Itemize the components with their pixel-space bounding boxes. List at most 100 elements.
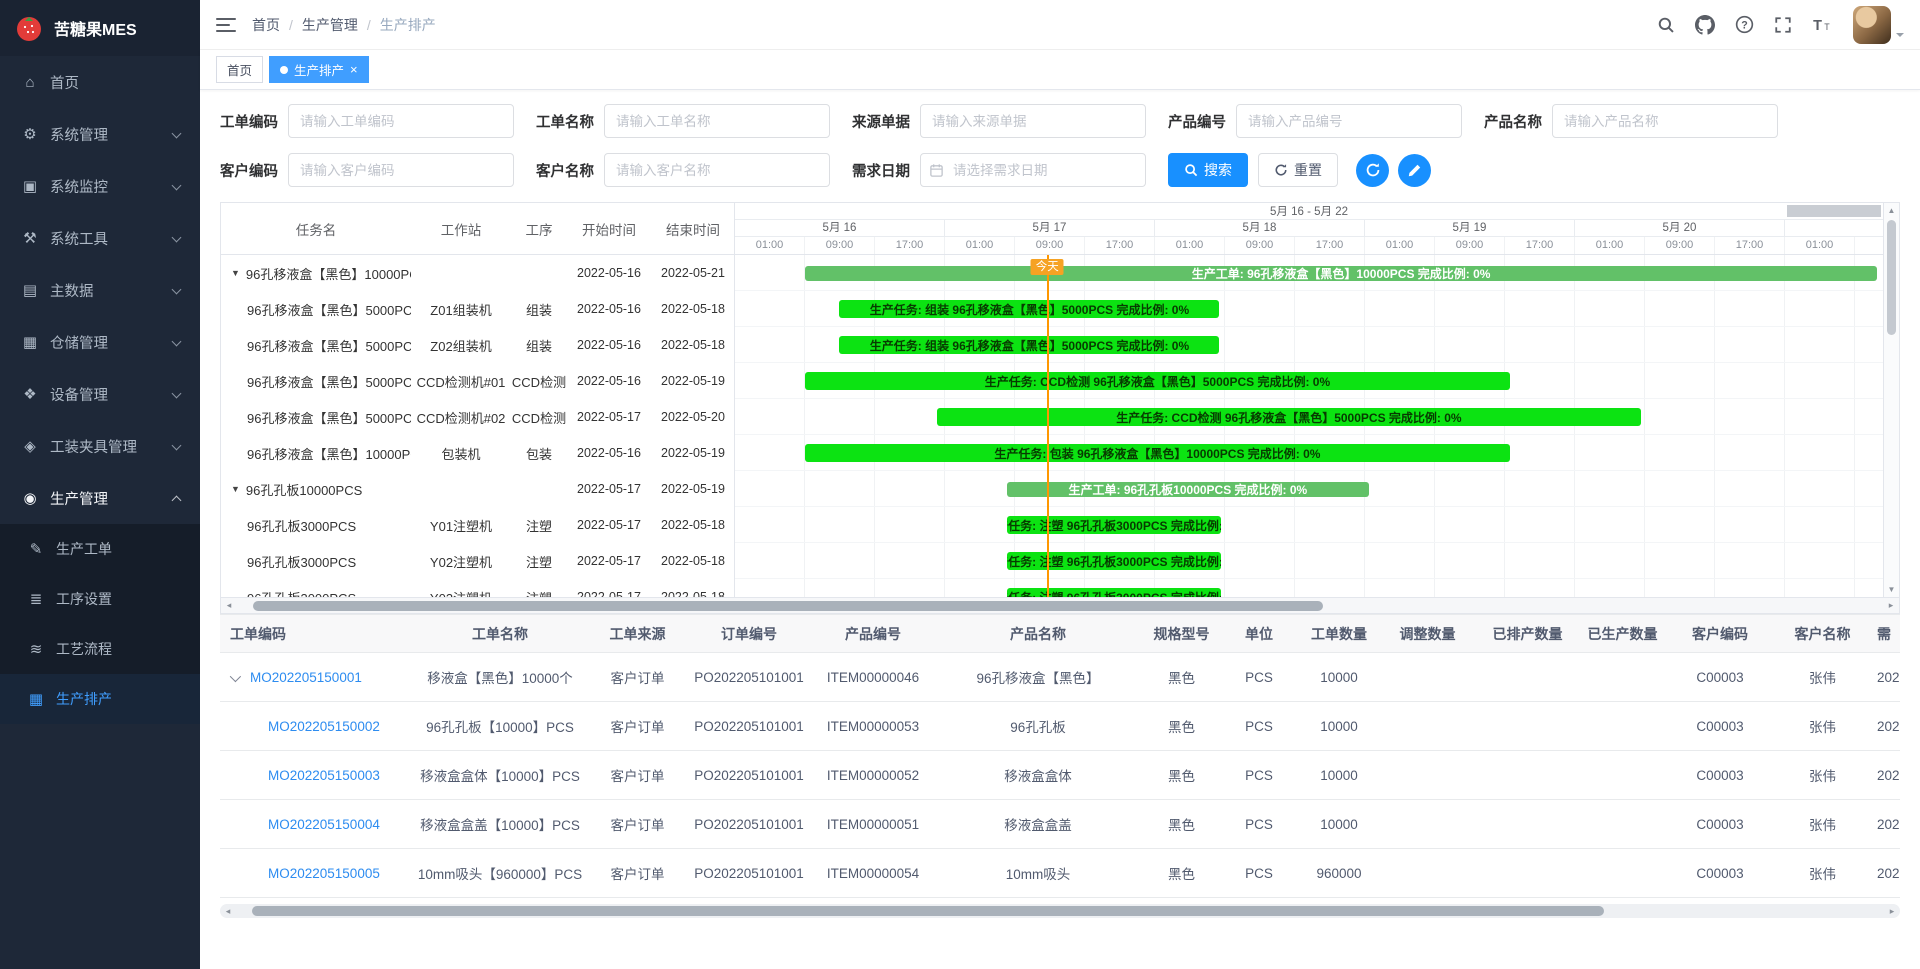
- table-row[interactable]: MO202205150003移液盒盒体【10000】PCS客户订单PO20220…: [220, 751, 1900, 800]
- customer-code-input[interactable]: [288, 153, 514, 187]
- scroll-right-icon[interactable]: ▸: [1883, 600, 1899, 611]
- gantt-task-bar[interactable]: 生产任务: 注塑 96孔孔板3000PCS 完成比例: 0%: [1007, 588, 1221, 597]
- gantt-task-row[interactable]: 96孔移液盒【黑色】5000PCSZ02组装机组装2022-05-162022-…: [221, 327, 734, 363]
- gantt-order-bar[interactable]: 生产工单: 96孔移液盒【黑色】10000PCS 完成比例: 0%: [805, 266, 1877, 281]
- collapse-caret-icon[interactable]: ▼: [231, 268, 240, 278]
- gantt-task-bar[interactable]: 生产任务: 组装 96孔移液盒【黑色】5000PCS 完成比例: 0%: [839, 300, 1219, 318]
- reset-button[interactable]: 重置: [1258, 153, 1338, 187]
- sidebar-item-process-flow[interactable]: ≋工艺流程: [0, 624, 200, 674]
- sidebar-toggle-icon[interactable]: [216, 18, 236, 32]
- product-code-input[interactable]: [1236, 104, 1462, 138]
- gantt-task-row[interactable]: ▼96孔孔板10000PCS2022-05-172022-05-19: [221, 471, 734, 507]
- gantt-task-row[interactable]: 96孔移液盒【黑色】5000PCSCCD检测机#02CCD检测2022-05-1…: [221, 399, 734, 435]
- work-order-link[interactable]: MO202205150001: [250, 670, 362, 685]
- fullscreen-icon[interactable]: [1773, 15, 1793, 35]
- app-logo[interactable]: 苦糖果MES: [0, 0, 200, 56]
- gantt-task-bar[interactable]: 生产任务: CCD检测 96孔移液盒【黑色】5000PCS 完成比例: 0%: [937, 408, 1641, 426]
- source-doc-input[interactable]: [920, 104, 1146, 138]
- scroll-right-icon[interactable]: ▸: [1884, 906, 1900, 917]
- tab-生产排产[interactable]: 生产排产×: [269, 56, 369, 83]
- sidebar-item-label: 系统管理: [50, 124, 108, 145]
- user-menu[interactable]: [1853, 6, 1904, 44]
- scroll-up-icon[interactable]: ▲: [1884, 204, 1899, 217]
- font-size-icon[interactable]: TT: [1812, 15, 1832, 35]
- timeline-hour-label: 01:00: [1155, 237, 1225, 254]
- sidebar-item-production-scheduling[interactable]: ▦生产排产: [0, 674, 200, 724]
- timeline-hour-label: 01:00: [1575, 237, 1645, 254]
- task-process: CCD检测: [511, 408, 567, 427]
- close-icon[interactable]: ×: [350, 63, 358, 76]
- expand-caret-icon[interactable]: [230, 670, 241, 681]
- work-order-code-input[interactable]: [288, 104, 514, 138]
- scroll-left-icon[interactable]: ◂: [220, 906, 236, 917]
- table-cell: PO202205101001: [680, 702, 818, 751]
- search-icon[interactable]: [1656, 15, 1676, 35]
- github-icon[interactable]: [1695, 15, 1715, 35]
- gantt-task-row[interactable]: 96孔孔板3000PCSY01注塑机注塑2022-05-172022-05-18: [221, 507, 734, 543]
- customer-name-input[interactable]: [604, 153, 830, 187]
- table-cell: 10000: [1303, 702, 1375, 751]
- breadcrumb-item[interactable]: 生产管理: [302, 15, 358, 35]
- refresh-button[interactable]: [1356, 154, 1389, 187]
- sidebar-item-process-settings[interactable]: ≣工序设置: [0, 574, 200, 624]
- gantt-task-row[interactable]: 96孔移液盒【黑色】5000PCSCCD检测机#01CCD检测2022-05-1…: [221, 363, 734, 399]
- table-cell: 移液盒盒盖【10000】PCS: [405, 800, 595, 849]
- timeline-hour-label: 01:00: [945, 237, 1015, 254]
- table-column-header: 已排产数量: [1480, 615, 1575, 653]
- demand-date-input[interactable]: [920, 153, 1146, 187]
- filter-field-customer-name: 客户名称: [536, 153, 830, 187]
- vertical-scroll-thumb[interactable]: [1887, 220, 1896, 335]
- gantt-horizontal-scrollbar[interactable]: ◂ ▸: [221, 597, 1899, 613]
- work-order-link[interactable]: MO202205150005: [268, 866, 380, 881]
- sidebar-item-system-management[interactable]: ⚙系统管理: [0, 108, 200, 160]
- gantt-task-bar[interactable]: 生产任务: 注塑 96孔孔板3000PCS 完成比例: 0%: [1007, 552, 1221, 570]
- gantt-task-bar[interactable]: 生产任务: 注塑 96孔孔板3000PCS 完成比例: 0%: [1007, 516, 1221, 534]
- gantt-order-bar[interactable]: 生产工单: 96孔孔板10000PCS 完成比例: 0%: [1007, 482, 1369, 497]
- sidebar-item-master-data[interactable]: ▤主数据: [0, 264, 200, 316]
- sidebar-item-equipment-management[interactable]: ❖设备管理: [0, 368, 200, 420]
- task-name: ▼96孔孔板10000PCS: [221, 480, 411, 499]
- gantt-task-row[interactable]: 96孔孔板3000PCSY02注塑机注塑2022-05-172022-05-18: [221, 543, 734, 579]
- scroll-down-icon[interactable]: ▼: [1884, 583, 1899, 596]
- tab-首页[interactable]: 首页: [216, 56, 263, 83]
- gantt-task-bar[interactable]: 生产任务: CCD检测 96孔移液盒【黑色】5000PCS 完成比例: 0%: [805, 372, 1510, 390]
- work-order-link[interactable]: MO202205150002: [268, 719, 380, 734]
- breadcrumb-item[interactable]: 首页: [252, 15, 280, 35]
- gantt-task-row[interactable]: 96孔孔板3000PCSY03注塑机注塑2022-05-172022-05-18: [221, 579, 734, 597]
- product-name-input[interactable]: [1552, 104, 1778, 138]
- sidebar-item-system-monitor[interactable]: ▣系统监控: [0, 160, 200, 212]
- horizontal-scroll-thumb[interactable]: [253, 601, 1323, 611]
- task-process: 注塑: [511, 588, 567, 598]
- help-icon[interactable]: ?: [1734, 15, 1754, 35]
- edit-button[interactable]: [1398, 154, 1431, 187]
- gantt-task-bar[interactable]: 生产任务: 组装 96孔移液盒【黑色】5000PCS 完成比例: 0%: [839, 336, 1219, 354]
- work-order-name-input[interactable]: [604, 104, 830, 138]
- sidebar-item-production-management[interactable]: ◉生产管理: [0, 472, 200, 524]
- table-row[interactable]: MO202205150004移液盒盒盖【10000】PCS客户订单PO20220…: [220, 800, 1900, 849]
- table-cell: C00003: [1670, 702, 1770, 751]
- work-order-code-cell: MO202205150005: [220, 849, 405, 898]
- sidebar-item-production-work-order[interactable]: ✎生产工单: [0, 524, 200, 574]
- collapse-caret-icon[interactable]: ▼: [231, 484, 240, 494]
- search-button[interactable]: 搜索: [1168, 153, 1248, 187]
- sidebar-item-warehouse-management[interactable]: ▦仓储管理: [0, 316, 200, 368]
- sidebar-item-home[interactable]: ⌂首页: [0, 56, 200, 108]
- gantt-task-row[interactable]: ▼96孔移液盒【黑色】10000PCS2022-05-162022-05-21: [221, 255, 734, 291]
- gantt-task-bar[interactable]: 生产任务: 包装 96孔移液盒【黑色】10000PCS 完成比例: 0%: [805, 444, 1510, 462]
- scroll-left-icon[interactable]: ◂: [221, 600, 237, 611]
- gantt-vertical-scrollbar[interactable]: ▲ ▼: [1883, 203, 1899, 597]
- gantt-task-row[interactable]: 96孔移液盒【黑色】10000PCS包装机包装2022-05-162022-05…: [221, 435, 734, 471]
- work-order-link[interactable]: MO202205150003: [268, 768, 380, 783]
- task-start-date: 2022-05-16: [567, 374, 651, 388]
- gantt-task-row[interactable]: 96孔移液盒【黑色】5000PCSZ01组装机组装2022-05-162022-…: [221, 291, 734, 327]
- sidebar-item-system-tools[interactable]: ⚒系统工具: [0, 212, 200, 264]
- gantt-toolbar: [1356, 154, 1431, 187]
- table-row[interactable]: MO202205150001移液盒【黑色】10000个客户订单PO2022051…: [220, 653, 1900, 702]
- task-start-date: 2022-05-17: [567, 482, 651, 496]
- table-row[interactable]: MO20220515000296孔孔板【10000】PCS客户订单PO20220…: [220, 702, 1900, 751]
- work-order-link[interactable]: MO202205150004: [268, 817, 380, 832]
- sidebar-item-fixture-management[interactable]: ◈工装夹具管理: [0, 420, 200, 472]
- table-row[interactable]: MO20220515000510mm吸头【960000】PCS客户订单PO202…: [220, 849, 1900, 898]
- table-horizontal-scrollbar[interactable]: ◂ ▸: [220, 904, 1900, 918]
- horizontal-scroll-thumb[interactable]: [252, 906, 1603, 916]
